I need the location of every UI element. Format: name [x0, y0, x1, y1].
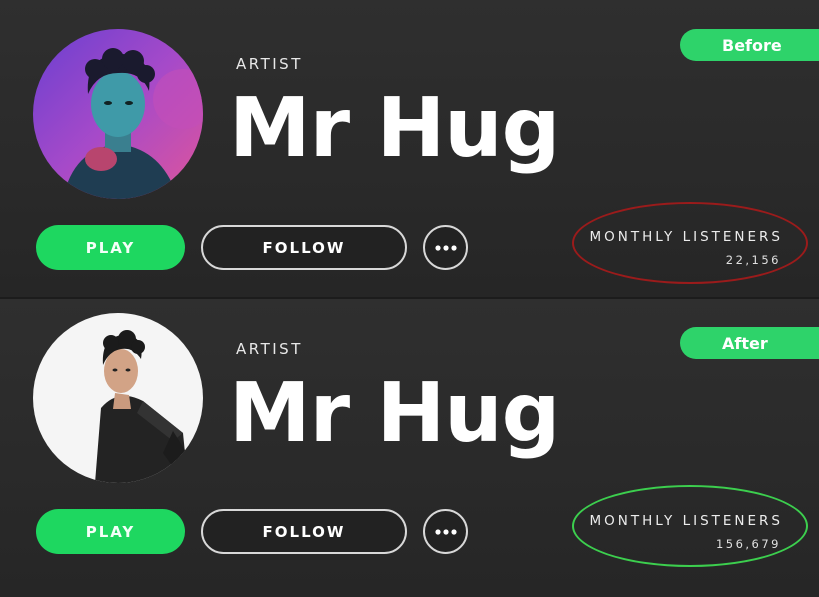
more-dots-icon [434, 244, 457, 251]
after-tag: After [680, 327, 819, 359]
artist-name: Mr Hug [229, 366, 560, 461]
artist-avatar-before [33, 29, 203, 199]
after-panel: After ARTIST Mr Hug PLAY FOLLOW MONTHLY … [0, 299, 819, 597]
highlight-ellipse-before [572, 202, 808, 284]
more-options-button[interactable] [423, 225, 468, 270]
more-dots-icon [434, 528, 457, 535]
artist-avatar-after [33, 313, 203, 483]
artist-label: ARTIST [236, 55, 303, 73]
before-panel: Before ARTIST Mr Hug PLAY FOLLOW MONTHLY… [0, 0, 819, 297]
more-options-button[interactable] [423, 509, 468, 554]
artist-name: Mr Hug [229, 81, 560, 176]
before-tag: Before [680, 29, 819, 61]
play-button[interactable]: PLAY [36, 509, 185, 554]
follow-button[interactable]: FOLLOW [201, 225, 407, 270]
follow-button[interactable]: FOLLOW [201, 509, 407, 554]
artist-label: ARTIST [236, 340, 303, 358]
highlight-ellipse-after [572, 485, 808, 567]
play-button[interactable]: PLAY [36, 225, 185, 270]
